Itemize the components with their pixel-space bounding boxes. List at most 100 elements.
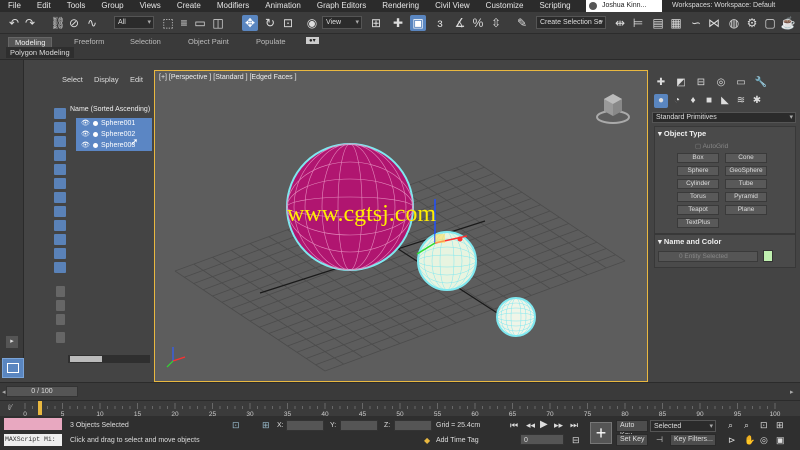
- display-geometry-icon[interactable]: [54, 136, 66, 147]
- select-and-scale-icon[interactable]: ⊡: [280, 15, 296, 31]
- orbit-icon[interactable]: ◎: [760, 435, 768, 446]
- percent-snap-icon[interactable]: %: [470, 15, 486, 31]
- menu-views[interactable]: Views: [132, 0, 169, 12]
- teapot-button[interactable]: Teapot: [677, 205, 719, 215]
- display-none-icon[interactable]: [54, 108, 66, 119]
- display-containers-icon[interactable]: [54, 262, 66, 273]
- select-invert-icon[interactable]: [56, 314, 65, 325]
- selection-filter-dropdown[interactable]: All: [114, 16, 154, 29]
- absolute-mode-icon[interactable]: ⊞: [262, 420, 270, 431]
- ribbon-tab-object-paint[interactable]: Object Paint: [188, 37, 229, 46]
- key-filters-button[interactable]: Key Filters...: [670, 434, 716, 446]
- select-by-name-icon[interactable]: ≡: [176, 15, 192, 31]
- rendered-frame-window-icon[interactable]: ▢: [762, 15, 778, 31]
- display-all-icon[interactable]: [54, 122, 66, 133]
- autogrid-checkbox[interactable]: ▢ AutoGrid: [695, 142, 728, 150]
- go-to-start-icon[interactable]: ⏮: [510, 420, 518, 431]
- rectangular-selection-icon[interactable]: ▭: [192, 15, 208, 31]
- zoom-icon[interactable]: ⌕: [728, 420, 733, 431]
- keyboard-shortcut-override-icon[interactable]: ▣: [410, 15, 426, 31]
- scrollbar-thumb[interactable]: [70, 356, 102, 362]
- zoom-extents-icon[interactable]: ⊡: [760, 420, 768, 431]
- ribbon-tab-freeform[interactable]: Freeform: [74, 37, 104, 46]
- systems-category-icon[interactable]: ✱: [750, 94, 764, 108]
- filter-icon[interactable]: [56, 332, 65, 343]
- snaps-toggle-icon[interactable]: ɜ: [432, 15, 448, 31]
- viewport-label[interactable]: [+] [Perspective ] [Standard ] [Edged Fa…: [159, 74, 297, 81]
- display-groups-icon[interactable]: [54, 220, 66, 231]
- select-none-icon[interactable]: [56, 300, 65, 311]
- pan-icon[interactable]: ✋: [744, 435, 755, 446]
- play-icon[interactable]: ▶: [540, 419, 548, 430]
- workspace-selector[interactable]: Workspaces: Workspace: Default: [672, 0, 775, 12]
- y-coordinate-field[interactable]: [340, 420, 378, 431]
- render-production-icon[interactable]: ☕: [780, 15, 796, 31]
- object-color-swatch[interactable]: [763, 250, 773, 262]
- menu-scripting[interactable]: Scripting: [531, 0, 578, 12]
- ribbon-options-icon[interactable]: ●▾: [306, 37, 319, 44]
- hierarchy-panel-tab-icon[interactable]: ⊟: [694, 76, 708, 90]
- ribbon-tab-selection[interactable]: Selection: [130, 37, 161, 46]
- rollout-title[interactable]: ▾ Object Type: [658, 129, 706, 138]
- select-and-rotate-icon[interactable]: ↻: [262, 15, 278, 31]
- set-key-big-button[interactable]: +: [590, 422, 612, 444]
- undo-icon[interactable]: ↶: [6, 15, 22, 31]
- scene-menu-edit[interactable]: Edit: [130, 75, 143, 84]
- plane-button[interactable]: Plane: [725, 205, 767, 215]
- zoom-all-icon[interactable]: ⌕: [744, 420, 749, 431]
- shapes-category-icon[interactable]: ◔: [670, 94, 684, 108]
- ribbon-tab-populate[interactable]: Populate: [256, 37, 286, 46]
- visibility-eye-icon[interactable]: 👁: [81, 129, 90, 140]
- menu-group[interactable]: Group: [93, 0, 131, 12]
- slider-next-icon[interactable]: ▸: [790, 388, 794, 396]
- category-dropdown[interactable]: Standard Primitives: [652, 112, 796, 123]
- display-spacewarps-icon[interactable]: [54, 206, 66, 217]
- object-name-field[interactable]: 0 Entity Selected: [658, 251, 758, 262]
- select-object-icon[interactable]: ⬚: [160, 15, 176, 31]
- time-slider[interactable]: 0 / 100: [6, 386, 78, 397]
- slider-prev-icon[interactable]: ◂: [2, 388, 6, 396]
- named-selection-set-dropdown[interactable]: Create Selection Se: [536, 16, 606, 29]
- menu-civil-view[interactable]: Civil View: [427, 0, 478, 12]
- expand-arrow-icon[interactable]: ▸: [6, 336, 18, 348]
- curve-editor-mini-icon[interactable]: ℓ⁄: [8, 403, 12, 412]
- edit-named-selection-icon[interactable]: ✎: [514, 15, 530, 31]
- list-item[interactable]: 👁 Sphere002: [76, 129, 152, 140]
- rollout-title[interactable]: ▾ Name and Color: [658, 237, 721, 246]
- time-config-icon[interactable]: ⊟: [572, 435, 580, 446]
- scene-menu-select[interactable]: Select: [62, 75, 83, 84]
- utilities-panel-tab-icon[interactable]: 🔧: [754, 76, 768, 90]
- current-frame-field[interactable]: 0: [520, 434, 564, 445]
- select-and-move-icon[interactable]: ✥: [242, 15, 258, 31]
- go-to-end-icon[interactable]: ⏭: [570, 420, 578, 431]
- viewcube-icon[interactable]: [595, 89, 631, 125]
- menu-create[interactable]: Create: [169, 0, 209, 12]
- cameras-category-icon[interactable]: ■: [702, 94, 716, 108]
- modify-panel-tab-icon[interactable]: ◩: [674, 76, 688, 90]
- list-item[interactable]: 👁 Sphere003: [76, 140, 152, 151]
- display-lights-icon[interactable]: [54, 164, 66, 175]
- maximize-viewport-icon[interactable]: ▣: [776, 435, 785, 446]
- visibility-eye-icon[interactable]: 👁: [81, 118, 90, 129]
- menu-tools[interactable]: Tools: [59, 0, 94, 12]
- torus-button[interactable]: Torus: [677, 192, 719, 202]
- cone-button[interactable]: Cone: [725, 153, 767, 163]
- display-xrefs-icon[interactable]: [54, 234, 66, 245]
- lights-category-icon[interactable]: ♦: [686, 94, 700, 108]
- track-bar[interactable]: ℓ⁄ 0 5 10 15 20 25 30 35 40 45 50 55 60 65 70 75 80 85 90 9…: [0, 400, 800, 417]
- move-pivot-icon[interactable]: ✚: [390, 15, 406, 31]
- schematic-view-icon[interactable]: ⋈: [706, 15, 722, 31]
- layer-explorer-icon[interactable]: ▤: [650, 15, 666, 31]
- maxscript-mini-listener[interactable]: MAXScript Mi:: [4, 434, 62, 446]
- time-cursor[interactable]: [38, 401, 42, 415]
- menu-rendering[interactable]: Rendering: [374, 0, 427, 12]
- auto-key-button[interactable]: Auto Key: [616, 420, 648, 439]
- menu-graph-editors[interactable]: Graph Editors: [309, 0, 374, 12]
- set-key-button[interactable]: Set Key: [616, 434, 648, 446]
- mirror-icon[interactable]: ⇹: [612, 15, 628, 31]
- menu-edit[interactable]: Edit: [29, 0, 59, 12]
- display-cameras-icon[interactable]: [54, 178, 66, 189]
- render-setup-icon[interactable]: ⚙: [744, 15, 760, 31]
- menu-modifiers[interactable]: Modifiers: [209, 0, 257, 12]
- material-editor-icon[interactable]: ◍: [726, 15, 742, 31]
